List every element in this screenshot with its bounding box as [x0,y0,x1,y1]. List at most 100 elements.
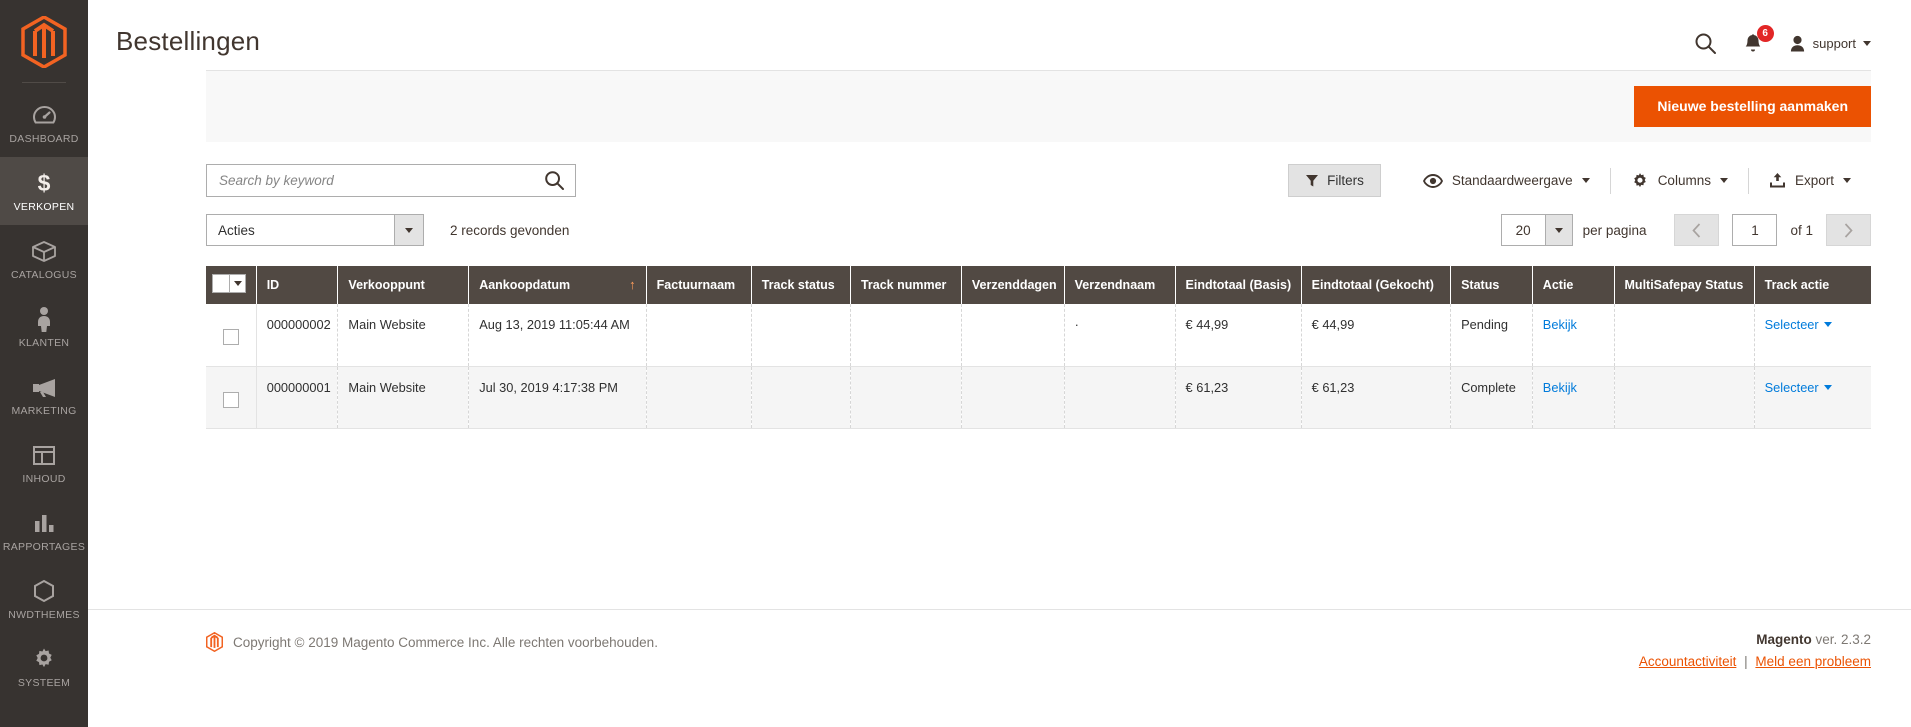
version-number: ver. 2.3.2 [1811,632,1871,647]
column-header-actie[interactable]: Actie [1532,266,1615,304]
layout-window-icon [32,442,56,468]
cell-track-nummer [850,304,962,367]
column-header-verzendnaam[interactable]: Verzendnaam [1064,266,1176,304]
column-header-factuurnaam[interactable]: Factuurnaam [646,266,752,304]
cell-actie: Bekijk [1532,366,1615,429]
column-header-eindtotaal-gekocht[interactable]: Eindtotaal (Gekocht) [1301,266,1452,304]
chevron-down-icon [1863,41,1871,46]
user-name: support [1812,36,1856,51]
sidebar-item-label: KLANTEN [18,337,70,349]
sidebar-item-verkopen[interactable]: $ VERKOPEN [0,157,88,225]
select-all-header[interactable] [206,266,257,304]
sidebar-item-klanten[interactable]: KLANTEN [0,293,88,361]
filters-button[interactable]: Filters [1288,164,1381,197]
page-number-input[interactable]: 1 [1732,214,1778,246]
row-select-cell[interactable] [206,366,257,429]
chevron-down-icon[interactable] [229,274,246,293]
page-actions-bar: Nieuwe bestelling aanmaken [206,70,1871,142]
sidebar-item-label: DASHBOARD [9,133,79,145]
report-issue-link[interactable]: Meld een probleem [1755,654,1871,669]
column-header-verkooppunt[interactable]: Verkooppunt [337,266,470,304]
sidebar-item-label: VERKOPEN [13,201,75,213]
search-icon [545,171,564,190]
row-checkbox[interactable] [223,391,239,408]
eye-icon [1422,173,1443,188]
sidebar-item-dashboard[interactable]: DASHBOARD [0,89,88,157]
table-row[interactable]: 000000001 Main Website Jul 30, 2019 4:17… [206,366,1871,429]
column-header-track-actie[interactable]: Track actie [1754,266,1871,304]
funnel-icon [1306,174,1319,186]
grid-controls-row: Acties 2 records gevonden 20 per pagina [206,197,1871,246]
row-checkbox[interactable] [223,329,239,345]
column-header-track-status[interactable]: Track status [751,266,851,304]
account-activity-link[interactable]: Accountactiviteit [1639,654,1737,669]
column-header-aankoopdatum[interactable]: Aankoopdatum ↑ [468,266,647,304]
page-header: Bestellingen 6 support [88,0,1911,70]
column-header-multisafepay-status[interactable]: MultiSafepay Status [1614,266,1755,304]
person-icon [35,306,53,332]
sidebar-item-label: MARKETING [11,405,77,417]
sort-ascending-icon: ↑ [629,277,636,292]
footer-right: Magento ver. 2.3.2 Accountactiviteit | M… [1639,632,1871,669]
cell-eindtotaal-basis: € 61,23 [1175,366,1302,429]
track-action-select[interactable]: Selecteer [1765,380,1832,395]
magento-logo[interactable] [0,8,88,82]
sidebar-item-systeem[interactable]: SYSTEEM [0,633,88,701]
sidebar-item-nwdthemes[interactable]: NWDTHEMES [0,565,88,633]
mass-actions-select[interactable]: Acties [206,214,424,246]
version-info: Magento ver. 2.3.2 [1639,632,1871,647]
user-menu[interactable]: support [1789,35,1871,53]
view-bookmarks-control[interactable]: Standaardweergave [1403,173,1610,188]
chevron-down-icon [1823,384,1832,390]
per-page-select[interactable]: 20 [1500,214,1573,246]
column-header-track-nummer[interactable]: Track nummer [850,266,962,304]
column-header-id[interactable]: ID [256,266,339,304]
table-row[interactable]: 000000002 Main Website Aug 13, 2019 11:0… [206,304,1871,367]
column-header-verzenddagen[interactable]: Verzenddagen [961,266,1065,304]
main-content: Bestellingen 6 support Nieuwe bestelling [88,0,1911,727]
box-icon [31,238,57,264]
track-action-select[interactable]: Selecteer [1765,317,1832,332]
keyword-search[interactable] [206,164,576,197]
view-order-link[interactable]: Bekijk [1543,317,1577,332]
next-page-button[interactable] [1826,214,1871,246]
pagination: 20 per pagina 1 of 1 [1500,214,1871,246]
megaphone-icon [31,374,58,400]
chevron-right-icon [1844,222,1853,238]
cell-track-actie: Selecteer [1754,304,1871,367]
search-icon[interactable] [1694,32,1717,55]
prev-page-button[interactable] [1674,214,1720,246]
sidebar-item-catalogus[interactable]: CATALOGUS [0,225,88,293]
cell-status: Complete [1450,366,1533,429]
export-control[interactable]: Export [1749,172,1871,189]
search-input[interactable] [219,173,542,188]
link-separator: | [1744,654,1748,669]
view-order-link[interactable]: Bekijk [1543,380,1577,395]
total-pages-label: of 1 [1790,222,1813,238]
search-submit-button[interactable] [542,170,567,191]
cell-track-status [751,366,851,429]
row-select-cell[interactable] [206,304,257,367]
cell-eindtotaal-basis: € 44,99 [1175,304,1302,367]
sidebar-item-inhoud[interactable]: INHOUD [0,429,88,497]
select-all-checkbox[interactable] [212,274,229,293]
sidebar-item-marketing[interactable]: MARKETING [0,361,88,429]
columns-label: Columns [1657,173,1711,188]
sidebar-item-rapportages[interactable]: RAPPORTAGES [0,497,88,565]
columns-control[interactable]: Columns [1611,172,1748,190]
notification-badge: 6 [1756,24,1774,42]
brand-name: Magento [1756,632,1812,647]
column-header-status[interactable]: Status [1450,266,1533,304]
add-new-order-button[interactable]: Nieuwe bestelling aanmaken [1634,86,1871,127]
chevron-down-icon [1823,322,1832,327]
notifications-bell[interactable]: 6 [1743,24,1774,55]
cell-verzenddagen [961,304,1065,367]
page-footer: Copyright © 2019 Magento Commerce Inc. A… [88,609,1911,727]
column-header-eindtotaal-basis[interactable]: Eindtotaal (Basis) [1175,266,1302,304]
dollar-sign-icon: $ [34,170,54,196]
cell-id: 000000001 [256,366,339,429]
per-page-label: per pagina [1582,222,1647,238]
cell-aankoopdatum: Jul 30, 2019 4:17:38 PM [468,366,647,429]
cell-eindtotaal-gekocht: € 44,99 [1301,304,1452,367]
cell-verzendnaam [1064,366,1176,429]
